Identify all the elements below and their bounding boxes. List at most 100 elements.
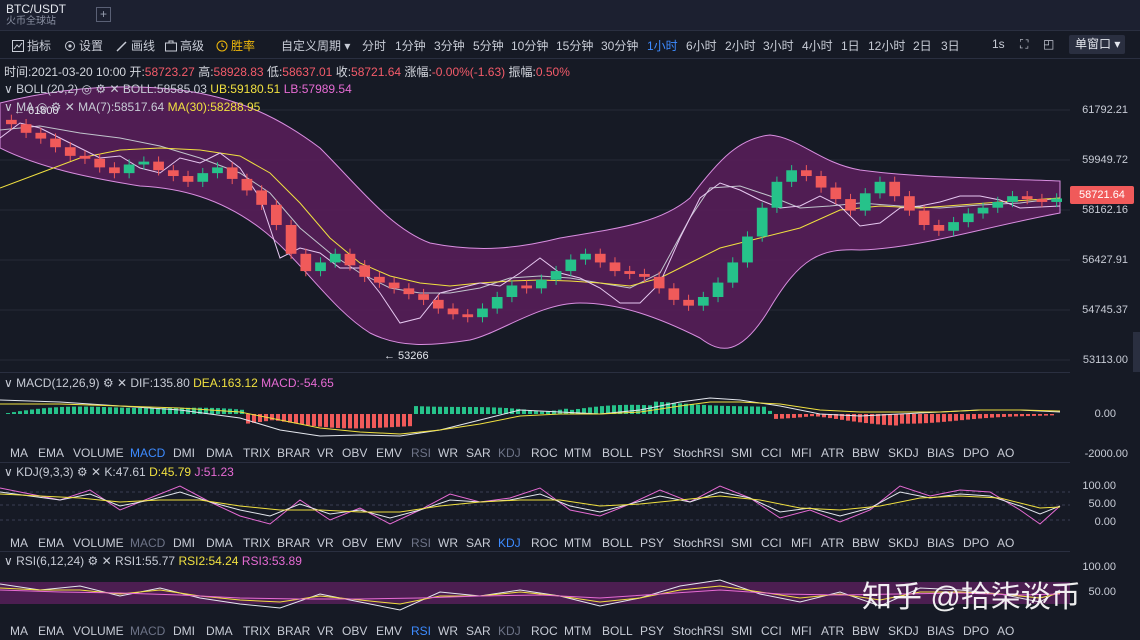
indicator-tab-bias[interactable]: BIAS	[927, 624, 954, 638]
indicator-tab-ema[interactable]: EMA	[38, 624, 64, 638]
period-item[interactable]: 30分钟	[601, 37, 638, 54]
indicator-tab-ma[interactable]: MA	[10, 624, 28, 638]
window-mode-dropdown[interactable]: 单窗口 ▾	[1069, 35, 1125, 54]
period-item[interactable]: 2日	[913, 37, 932, 54]
indicator-tab-dpo[interactable]: DPO	[963, 446, 989, 460]
period-item[interactable]: 15分钟	[556, 37, 593, 54]
indicator-tab-brar[interactable]: BRAR	[277, 536, 310, 550]
indicator-tab-rsi[interactable]: RSI	[411, 624, 431, 638]
indicator-tab-mtm[interactable]: MTM	[564, 446, 591, 460]
indicator-tab-rsi[interactable]: RSI	[411, 536, 431, 550]
indicator-tab-smi[interactable]: SMI	[731, 624, 752, 638]
indicator-tab-ema[interactable]: EMA	[38, 446, 64, 460]
indicator-tab-emv[interactable]: EMV	[376, 624, 402, 638]
indicator-tab-atr[interactable]: ATR	[821, 536, 844, 550]
indicator-tab-wr[interactable]: WR	[438, 624, 458, 638]
screenshot-icon[interactable]: ◰	[1043, 37, 1054, 51]
gear-icon[interactable]: ⚙	[51, 100, 62, 114]
indicator-tab-bias[interactable]: BIAS	[927, 446, 954, 460]
period-item[interactable]: 1分钟	[395, 37, 426, 54]
pane-divider[interactable]	[0, 551, 1070, 552]
indicator-tab-cci[interactable]: CCI	[761, 624, 782, 638]
indicator-tab-wr[interactable]: WR	[438, 536, 458, 550]
indicator-tab-volume[interactable]: VOLUME	[73, 536, 124, 550]
indicator-tab-mfi[interactable]: MFI	[791, 536, 812, 550]
period-item[interactable]: 5分钟	[473, 37, 504, 54]
period-item[interactable]: 10分钟	[511, 37, 548, 54]
kdj-chart[interactable]	[0, 480, 1070, 532]
indicator-tab-sar[interactable]: SAR	[466, 624, 491, 638]
indicator-tab-boll[interactable]: BOLL	[602, 536, 633, 550]
indicator-tab-sar[interactable]: SAR	[466, 536, 491, 550]
gear-icon[interactable]: ⚙	[88, 554, 99, 568]
pane-divider[interactable]	[0, 372, 1070, 373]
indicator-tab-stochrsi[interactable]: StochRSI	[673, 536, 724, 550]
close-icon[interactable]: ✕	[109, 82, 119, 96]
indicator-tab-trix[interactable]: TRIX	[243, 446, 270, 460]
gear-icon[interactable]: ⚙	[95, 82, 106, 96]
fullscreen-icon[interactable]: ⛶	[1020, 37, 1028, 52]
indicator-tab-wr[interactable]: WR	[438, 446, 458, 460]
indicator-tab-stochrsi[interactable]: StochRSI	[673, 624, 724, 638]
indicator-tab-dpo[interactable]: DPO	[963, 536, 989, 550]
indicator-tab-boll[interactable]: BOLL	[602, 446, 633, 460]
indicator-tab-bbw[interactable]: BBW	[852, 624, 879, 638]
pane-divider[interactable]	[0, 462, 1070, 463]
indicator-tab-atr[interactable]: ATR	[821, 624, 844, 638]
indicator-tab-dpo[interactable]: DPO	[963, 624, 989, 638]
indicator-tab-bbw[interactable]: BBW	[852, 446, 879, 460]
indicator-tab-ao[interactable]: AO	[997, 536, 1014, 550]
indicator-tab-atr[interactable]: ATR	[821, 446, 844, 460]
period-item-active[interactable]: 1小时	[647, 37, 678, 54]
period-item[interactable]: 1日	[841, 37, 860, 54]
indicator-tab-psy[interactable]: PSY	[640, 536, 664, 550]
period-item[interactable]: 2小时	[725, 37, 756, 54]
indicator-tab-psy[interactable]: PSY	[640, 446, 664, 460]
indicator-tab-dma[interactable]: DMA	[206, 446, 233, 460]
indicator-tab-kdj[interactable]: KDJ	[498, 446, 521, 460]
period-item[interactable]: 3分钟	[434, 37, 465, 54]
advanced-button[interactable]: 高级	[165, 37, 204, 54]
refresh-interval[interactable]: 1s	[992, 37, 1005, 51]
add-tab-button[interactable]: +	[96, 7, 111, 22]
indicator-tab-mtm[interactable]: MTM	[564, 624, 591, 638]
indicator-tab-ema[interactable]: EMA	[38, 536, 64, 550]
indicator-tab-vr[interactable]: VR	[317, 446, 334, 460]
indicator-tab-dmi[interactable]: DMI	[173, 624, 195, 638]
indicator-tab-psy[interactable]: PSY	[640, 624, 664, 638]
indicator-tab-dmi[interactable]: DMI	[173, 446, 195, 460]
close-icon[interactable]: ✕	[117, 376, 127, 390]
indicator-tab-volume[interactable]: VOLUME	[73, 624, 124, 638]
macd-chart[interactable]	[0, 390, 1070, 444]
indicator-tab-dma[interactable]: DMA	[206, 536, 233, 550]
collapse-icon[interactable]: ∨	[4, 554, 13, 568]
indicator-tab-skdj[interactable]: SKDJ	[888, 446, 919, 460]
collapse-icon[interactable]: ∨	[4, 465, 13, 479]
indicator-tab-macd[interactable]: MACD	[130, 446, 165, 460]
custom-period-dropdown[interactable]: 自定义周期 ▾	[281, 37, 350, 54]
indicator-tab-smi[interactable]: SMI	[731, 446, 752, 460]
indicator-tab-emv[interactable]: EMV	[376, 446, 402, 460]
indicator-tab-emv[interactable]: EMV	[376, 536, 402, 550]
indicator-tab-brar[interactable]: BRAR	[277, 624, 310, 638]
indicator-tab-macd[interactable]: MACD	[130, 536, 165, 550]
indicator-tab-smi[interactable]: SMI	[731, 536, 752, 550]
indicator-tab-vr[interactable]: VR	[317, 536, 334, 550]
side-panel-toggle[interactable]	[1133, 332, 1140, 372]
indicator-tab-sar[interactable]: SAR	[466, 446, 491, 460]
main-chart[interactable]: ← 61800 ← 53266	[0, 78, 1070, 372]
indicator-tab-obv[interactable]: OBV	[342, 446, 367, 460]
collapse-icon[interactable]: ∨	[4, 82, 13, 96]
indicator-tab-vr[interactable]: VR	[317, 624, 334, 638]
indicator-tab-cci[interactable]: CCI	[761, 536, 782, 550]
period-item[interactable]: 3日	[941, 37, 960, 54]
indicator-tab-ao[interactable]: AO	[997, 624, 1014, 638]
indicator-tab-skdj[interactable]: SKDJ	[888, 536, 919, 550]
indicator-tab-roc[interactable]: ROC	[531, 624, 558, 638]
close-icon[interactable]: ✕	[65, 100, 75, 114]
indicator-tab-mtm[interactable]: MTM	[564, 536, 591, 550]
indicator-tab-bbw[interactable]: BBW	[852, 536, 879, 550]
indicator-tab-kdj[interactable]: KDJ	[498, 536, 521, 550]
collapse-icon[interactable]: ∨	[4, 100, 13, 114]
close-icon[interactable]: ✕	[102, 554, 112, 568]
